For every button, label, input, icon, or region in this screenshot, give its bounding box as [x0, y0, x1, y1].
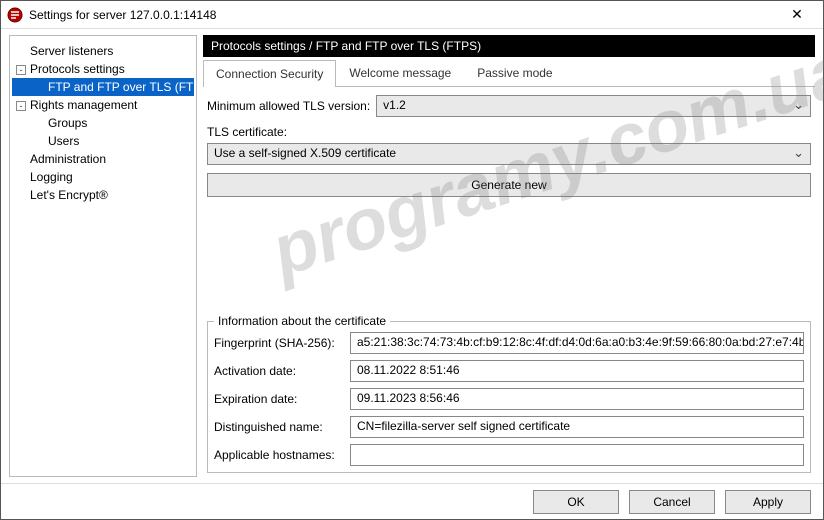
tls-cert-select[interactable]: Use a self-signed X.509 certificate — [207, 143, 811, 165]
tree-label: Protocols settings — [30, 62, 125, 76]
tab-welcome-message[interactable]: Welcome message — [336, 59, 464, 86]
tree-users[interactable]: Users — [12, 132, 194, 150]
hostnames-field[interactable] — [350, 444, 804, 466]
hostnames-label: Applicable hostnames: — [214, 448, 344, 462]
tree-lets-encrypt[interactable]: Let's Encrypt® — [12, 186, 194, 204]
tab-passive-mode[interactable]: Passive mode — [464, 59, 565, 86]
cert-info-group: Information about the certificate Finger… — [207, 321, 811, 473]
tree-administration[interactable]: Administration — [12, 150, 194, 168]
dn-label: Distinguished name: — [214, 420, 344, 434]
row-fingerprint: Fingerprint (SHA-256): a5:21:38:3c:74:73… — [214, 332, 804, 354]
row-min-tls: Minimum allowed TLS version: v1.2 — [207, 95, 811, 117]
tabs: Connection Security Welcome message Pass… — [203, 59, 815, 87]
tree-label: Rights management — [30, 98, 137, 112]
min-tls-select[interactable]: v1.2 — [376, 95, 811, 117]
activation-field[interactable]: 08.11.2022 8:51:46 — [350, 360, 804, 382]
panel: Minimum allowed TLS version: v1.2 TLS ce… — [203, 87, 815, 477]
tree-rights-management[interactable]: -Rights management — [12, 96, 194, 114]
row-dn: Distinguished name: CN=filezilla-server … — [214, 416, 804, 438]
tree-server-listeners[interactable]: Server listeners — [12, 42, 194, 60]
expiration-label: Expiration date: — [214, 392, 344, 406]
row-hostnames: Applicable hostnames: — [214, 444, 804, 466]
spacer — [207, 205, 811, 313]
tree-groups[interactable]: Groups — [12, 114, 194, 132]
app-icon — [7, 7, 23, 23]
expiration-field[interactable]: 09.11.2023 8:56:46 — [350, 388, 804, 410]
main: Protocols settings / FTP and FTP over TL… — [203, 35, 815, 477]
breadcrumb: Protocols settings / FTP and FTP over TL… — [203, 35, 815, 57]
activation-label: Activation date: — [214, 364, 344, 378]
cert-info-title: Information about the certificate — [214, 314, 390, 328]
cancel-button[interactable]: Cancel — [629, 490, 715, 514]
dn-field[interactable]: CN=filezilla-server self signed certific… — [350, 416, 804, 438]
tree-ftp-ftps[interactable]: FTP and FTP over TLS (FTPS) — [12, 78, 194, 96]
ok-button[interactable]: OK — [533, 490, 619, 514]
body: Server listeners -Protocols settings FTP… — [1, 29, 823, 483]
collapse-icon[interactable]: - — [16, 101, 26, 111]
fingerprint-field[interactable]: a5:21:38:3c:74:73:4b:cf:b9:12:8c:4f:df:d… — [350, 332, 804, 354]
generate-new-button[interactable]: Generate new — [207, 173, 811, 197]
min-tls-label: Minimum allowed TLS version: — [207, 99, 370, 113]
tree-protocols-settings[interactable]: -Protocols settings — [12, 60, 194, 78]
nav-tree: Server listeners -Protocols settings FTP… — [9, 35, 197, 477]
tab-connection-security[interactable]: Connection Security — [203, 60, 336, 87]
row-tls-cert: TLS certificate: Use a self-signed X.509… — [207, 125, 811, 165]
tls-cert-label: TLS certificate: — [207, 125, 811, 139]
footer: OK Cancel Apply — [1, 483, 823, 519]
close-icon[interactable]: ✕ — [777, 6, 817, 23]
row-activation: Activation date: 08.11.2022 8:51:46 — [214, 360, 804, 382]
fingerprint-label: Fingerprint (SHA-256): — [214, 336, 344, 350]
window-title: Settings for server 127.0.0.1:14148 — [29, 8, 777, 22]
apply-button[interactable]: Apply — [725, 490, 811, 514]
row-expiration: Expiration date: 09.11.2023 8:56:46 — [214, 388, 804, 410]
settings-window: Settings for server 127.0.0.1:14148 ✕ Se… — [0, 0, 824, 520]
collapse-icon[interactable]: - — [16, 65, 26, 75]
titlebar: Settings for server 127.0.0.1:14148 ✕ — [1, 1, 823, 29]
tree-logging[interactable]: Logging — [12, 168, 194, 186]
